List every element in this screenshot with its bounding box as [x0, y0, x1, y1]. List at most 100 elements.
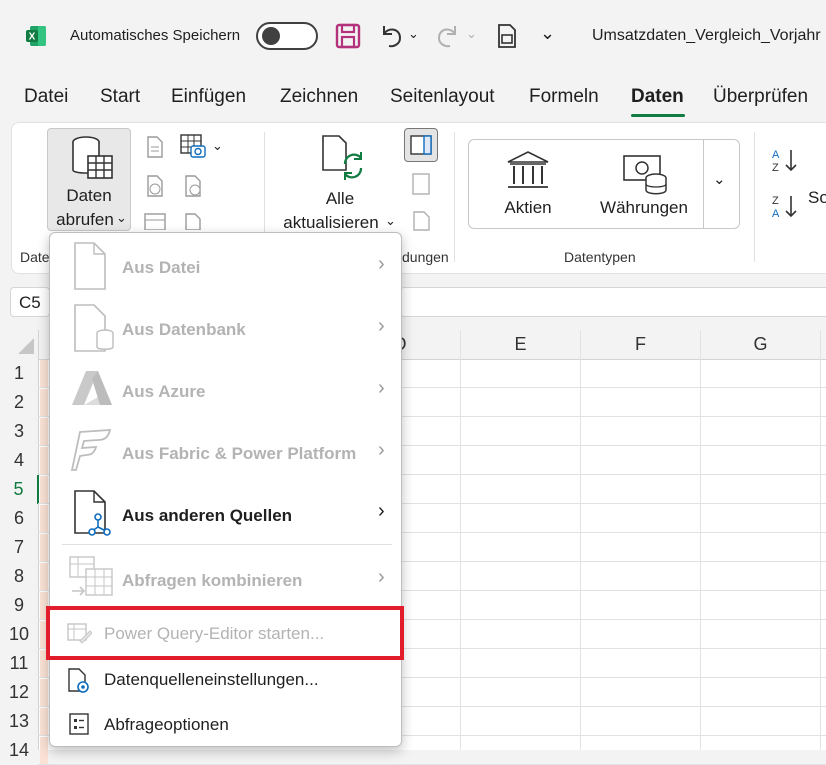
- submenu-chevron-icon: ›: [378, 253, 385, 275]
- submenu-chevron-icon: ›: [378, 566, 385, 588]
- svg-text:Z: Z: [772, 195, 779, 207]
- tab-start[interactable]: Start: [100, 86, 140, 108]
- database-table-icon: [72, 136, 113, 179]
- from-file-icon: [74, 242, 106, 290]
- select-all-icon[interactable]: [14, 336, 36, 356]
- from-web-icon[interactable]: [143, 174, 167, 198]
- query-options-icon: [69, 713, 89, 735]
- print-preview-icon[interactable]: [496, 22, 518, 50]
- cell-fill: [40, 447, 48, 475]
- refresh-all-label-line1[interactable]: Alle: [310, 189, 370, 209]
- datatype-currencies-button[interactable]: Währungen: [590, 198, 698, 218]
- autosave-toggle[interactable]: [256, 22, 318, 50]
- menu-item-from-database: Aus Datenbank: [122, 320, 246, 339]
- menu-item-combine-queries: Abfragen kombinieren: [122, 571, 303, 590]
- menu-item-from-other-sources[interactable]: Aus anderen Quellen: [122, 506, 292, 526]
- active-tab-indicator: [631, 114, 685, 117]
- refresh-all-chevron-icon[interactable]: ⌄: [385, 213, 396, 229]
- cell-fill: [40, 505, 48, 533]
- cell-fill: [40, 534, 48, 562]
- row-header-7[interactable]: 7: [0, 533, 38, 562]
- formula-bar[interactable]: [400, 287, 826, 317]
- get-data-chevron-icon: ⌄: [116, 210, 127, 225]
- cell-fill: [40, 389, 48, 417]
- column-header-g[interactable]: G: [701, 330, 820, 359]
- from-picture-chevron-icon[interactable]: ⌄: [212, 138, 223, 154]
- from-picture-icon[interactable]: [179, 133, 207, 159]
- submenu-chevron-icon[interactable]: ›: [378, 500, 385, 523]
- toggle-knob: [262, 27, 280, 45]
- save-icon[interactable]: [335, 22, 361, 50]
- row-header-2[interactable]: 2: [0, 388, 38, 417]
- sort-descending-icon[interactable]: Z A: [771, 192, 799, 220]
- cell-fill: [40, 737, 48, 765]
- queries-group-label: dungen: [402, 249, 449, 265]
- tab-daten[interactable]: Daten: [631, 86, 684, 108]
- from-text-icon[interactable]: [143, 135, 167, 159]
- svg-text:X: X: [29, 32, 36, 43]
- row-header-1[interactable]: 1: [0, 359, 38, 388]
- document-title: Umsatzdaten_Vergleich_Vorjahr: [592, 27, 821, 44]
- get-data-label-line1: Daten: [66, 186, 112, 205]
- column-divider: [700, 330, 701, 750]
- svg-text:Z: Z: [772, 162, 779, 174]
- ribbon-tabs: Datei Start Einfügen Zeichnen Seitenlayo…: [0, 86, 826, 116]
- cell-fill: [40, 476, 48, 504]
- menu-item-from-fabric-power-platform: Aus Fabric & Power Platform: [122, 444, 357, 463]
- existing-connections-icon[interactable]: [181, 212, 205, 230]
- sort-button-label[interactable]: So: [808, 188, 826, 208]
- column-divider: [580, 330, 581, 750]
- column-divider: [820, 330, 821, 750]
- undo-icon[interactable]: [378, 22, 404, 50]
- column-header-f[interactable]: F: [581, 330, 700, 359]
- refresh-all-icon: [322, 135, 363, 180]
- sort-ascending-icon[interactable]: A Z: [771, 146, 799, 174]
- row-header-14[interactable]: 14: [0, 736, 38, 765]
- row-header-8[interactable]: 8: [0, 562, 38, 591]
- row-header-5[interactable]: 5: [0, 475, 39, 504]
- row-header-9[interactable]: 9: [0, 591, 38, 620]
- tab-seitenlayout[interactable]: Seitenlayout: [390, 86, 495, 108]
- svg-text:A: A: [772, 208, 780, 220]
- highlight-rectangle: [46, 606, 404, 660]
- edit-links-icon: [413, 211, 430, 231]
- row-header-6[interactable]: 6: [0, 504, 38, 533]
- get-transform-group-label: Date: [20, 249, 50, 265]
- row-header-3[interactable]: 3: [0, 417, 38, 446]
- undo-dropdown-chevron-icon[interactable]: ⌄: [408, 26, 419, 42]
- refresh-all-label-line2[interactable]: aktualisieren: [280, 213, 382, 233]
- datatypes-group-label: Datentypen: [564, 249, 636, 265]
- customize-qat-icon[interactable]: ⌄: [540, 23, 555, 44]
- recent-sources-icon[interactable]: [181, 174, 205, 198]
- row-header-4[interactable]: 4: [0, 446, 38, 475]
- cell-fill: [40, 708, 48, 736]
- row-header-11[interactable]: 11: [0, 649, 38, 678]
- tab-zeichnen[interactable]: Zeichnen: [280, 86, 358, 108]
- submenu-chevron-icon: ›: [378, 315, 385, 337]
- menu-item-from-file: Aus Datei: [122, 258, 201, 277]
- column-divider: [460, 330, 461, 750]
- row-header-10[interactable]: 10: [0, 620, 38, 649]
- currencies-icon: [623, 155, 667, 195]
- row-header-12[interactable]: 12: [0, 678, 38, 707]
- tab-formeln[interactable]: Formeln: [529, 86, 599, 108]
- row-header-13[interactable]: 13: [0, 707, 38, 736]
- cell-fill: [40, 418, 48, 446]
- menu-item-data-source-settings[interactable]: Datenquelleneinstellungen...: [104, 670, 319, 690]
- datatype-stocks-button[interactable]: Aktien: [487, 198, 569, 218]
- tab-ueberpruefen[interactable]: Überprüfen: [713, 86, 808, 108]
- tab-datei[interactable]: Datei: [24, 86, 68, 108]
- autosave-label: Automatisches Speichern: [70, 27, 241, 44]
- azure-icon: [72, 371, 112, 405]
- submenu-chevron-icon: ›: [378, 439, 385, 461]
- row-header-border: [38, 330, 39, 750]
- get-data-label-line2: abrufen: [56, 210, 114, 229]
- group-separator: [754, 132, 755, 262]
- column-header-e[interactable]: E: [461, 330, 580, 359]
- from-table-icon[interactable]: [143, 212, 167, 230]
- name-box[interactable]: C5: [10, 287, 50, 317]
- cell-fill: [40, 679, 48, 707]
- menu-item-query-options[interactable]: Abfrageoptionen: [104, 715, 229, 735]
- tab-einfuegen[interactable]: Einfügen: [171, 86, 246, 108]
- queries-pane-icon: [410, 135, 432, 155]
